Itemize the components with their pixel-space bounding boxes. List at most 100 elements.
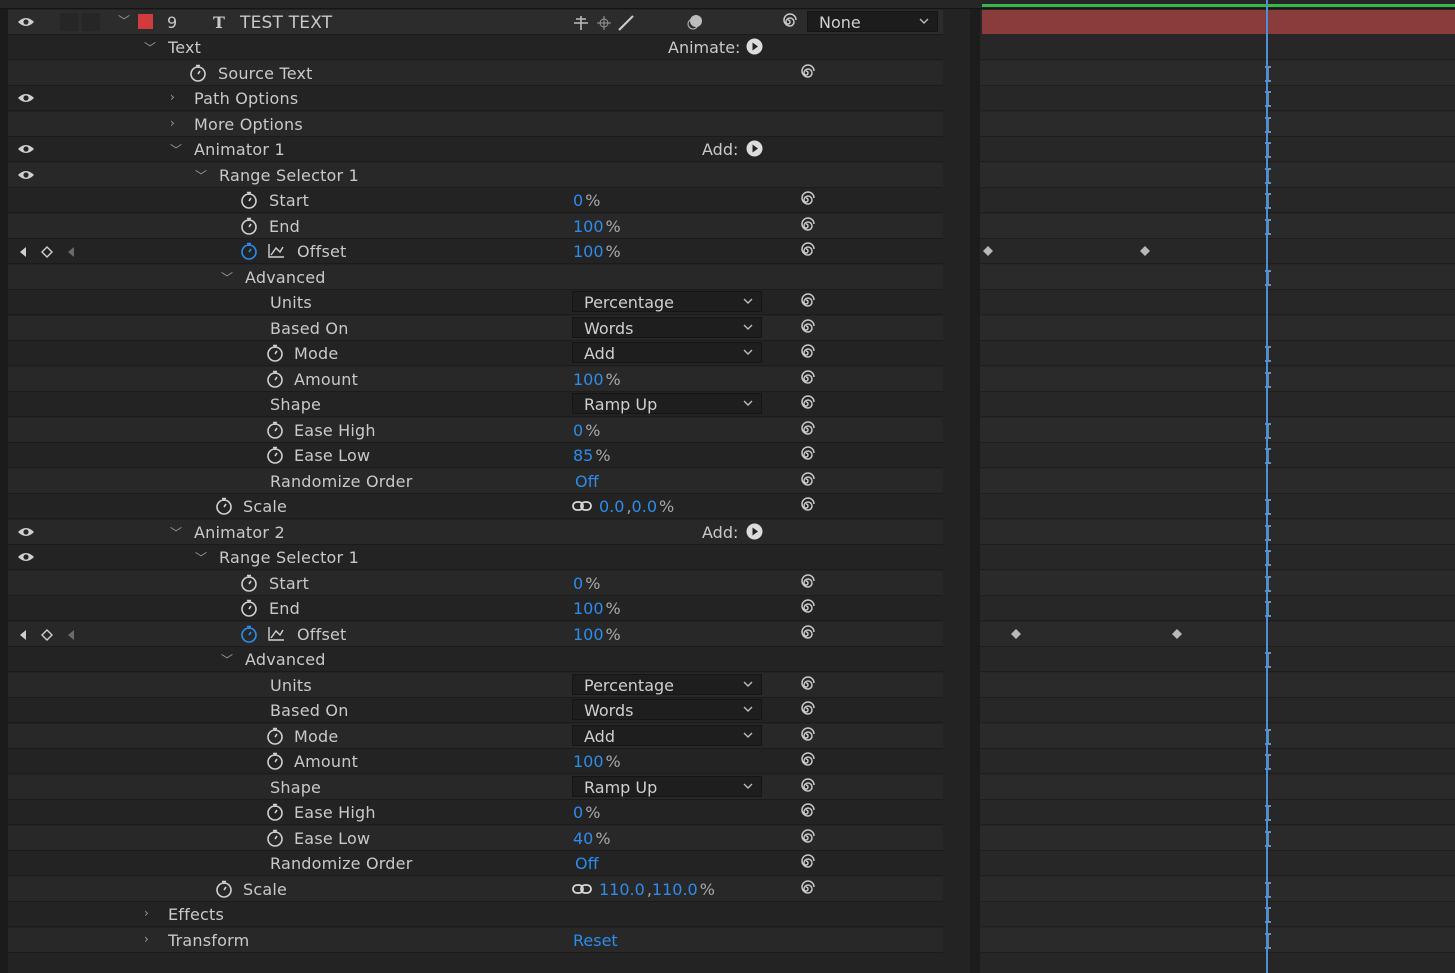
property-row-shape[interactable]: Shape Ramp Up xyxy=(8,775,943,800)
pickwhip-spiral-icon[interactable] xyxy=(797,217,815,235)
timeline-track-row[interactable] xyxy=(980,826,1455,851)
timeline-track-row[interactable] xyxy=(980,571,1455,596)
eye-icon[interactable] xyxy=(17,143,35,155)
animate-menu-button-icon[interactable] xyxy=(746,38,763,55)
amount-value[interactable]: 100% xyxy=(573,752,621,771)
property-row-animator-1[interactable]: ﹀ Animator 1 Add: xyxy=(8,137,943,162)
twirl-down-icon[interactable]: ﹀ xyxy=(144,39,156,56)
stopwatch-icon[interactable] xyxy=(240,599,258,617)
pickwhip-spiral-icon[interactable] xyxy=(797,676,815,694)
based-on-dropdown[interactable]: Words xyxy=(572,317,762,338)
timeline-track-row[interactable] xyxy=(980,443,1455,468)
timeline-track-row[interactable] xyxy=(980,239,1455,264)
property-row-end[interactable]: End 100% xyxy=(8,214,943,239)
property-row-scale[interactable]: Scale 0.0,0.0% xyxy=(8,494,943,519)
pickwhip-spiral-icon[interactable] xyxy=(797,497,815,515)
timeline-track-row[interactable] xyxy=(980,749,1455,774)
layer-name[interactable]: TEST TEXT xyxy=(240,13,332,33)
timeline-track-row[interactable] xyxy=(980,469,1455,494)
end-value[interactable]: 100% xyxy=(573,217,621,236)
graph-icon[interactable] xyxy=(267,626,285,642)
timeline-track-row[interactable] xyxy=(980,316,1455,341)
timeline-track-row[interactable] xyxy=(980,112,1455,137)
timeline-track-row[interactable] xyxy=(980,647,1455,672)
pickwhip-spiral-icon[interactable] xyxy=(797,319,815,337)
ease-high-value[interactable]: 0% xyxy=(573,803,600,822)
randomize-order-toggle[interactable]: Off xyxy=(575,472,599,491)
timeline-track-row[interactable] xyxy=(980,775,1455,800)
pickwhip-spiral-icon[interactable] xyxy=(779,13,797,31)
pickwhip-spiral-icon[interactable] xyxy=(797,752,815,770)
based-on-dropdown[interactable]: Words xyxy=(572,699,762,720)
timeline-track-row[interactable] xyxy=(980,494,1455,519)
keyframe-diamond-icon[interactable] xyxy=(1011,629,1021,639)
pickwhip-spiral-icon[interactable] xyxy=(797,242,815,260)
eye-icon[interactable] xyxy=(17,551,35,563)
property-row-offset[interactable]: Offset 100% xyxy=(8,239,943,264)
keyframe-diamond-icon[interactable] xyxy=(1140,246,1150,256)
stopwatch-icon[interactable] xyxy=(266,421,284,439)
pickwhip-spiral-icon[interactable] xyxy=(797,395,815,413)
timeline-track-row[interactable] xyxy=(980,698,1455,723)
stopwatch-icon[interactable] xyxy=(215,497,233,515)
property-row-range-selector[interactable]: ﹀ Range Selector 1 xyxy=(8,163,943,188)
parent-dropdown[interactable]: None xyxy=(807,11,938,32)
keyframe-navigator-icon[interactable] xyxy=(18,244,78,260)
property-row-start[interactable]: Start 0% xyxy=(8,188,943,213)
panel-divider[interactable] xyxy=(970,0,980,973)
timeline-track-row[interactable] xyxy=(980,86,1455,111)
stopwatch-icon[interactable] xyxy=(266,803,284,821)
label-color-swatch[interactable] xyxy=(138,14,153,29)
constrain-proportions-link-icon[interactable] xyxy=(572,500,592,512)
pickwhip-spiral-icon[interactable] xyxy=(797,625,815,643)
property-row-ease-low[interactable]: Ease Low 85% xyxy=(8,443,943,468)
mode-dropdown[interactable]: Add xyxy=(572,725,762,746)
offset-value[interactable]: 100% xyxy=(573,242,621,261)
pickwhip-spiral-icon[interactable] xyxy=(797,64,815,82)
shape-dropdown[interactable]: Ramp Up xyxy=(572,776,762,797)
animator-name[interactable]: Animator 2 xyxy=(194,523,285,542)
property-row-range-selector[interactable]: ﹀ Range Selector 1 xyxy=(8,545,943,570)
stopwatch-icon[interactable] xyxy=(266,446,284,464)
layer-duration-bar[interactable] xyxy=(982,10,1455,34)
timeline-track-row[interactable] xyxy=(980,35,1455,60)
timeline-track-row[interactable] xyxy=(980,341,1455,366)
property-row-amount[interactable]: Amount 100% xyxy=(8,367,943,392)
timeline-track-row[interactable] xyxy=(980,290,1455,315)
stopwatch-icon[interactable] xyxy=(240,625,258,643)
keyframe-diamond-icon[interactable] xyxy=(1172,629,1182,639)
ease-low-value[interactable]: 40% xyxy=(573,829,611,848)
property-row-units[interactable]: Units Percentage xyxy=(8,673,943,698)
pickwhip-spiral-icon[interactable] xyxy=(797,370,815,388)
property-row-source-text[interactable]: Source Text xyxy=(8,61,943,86)
pickwhip-spiral-icon[interactable] xyxy=(797,472,815,490)
twirl-down-icon[interactable]: ﹀ xyxy=(170,141,182,158)
property-row-based-on[interactable]: Based On Words xyxy=(8,698,943,723)
stopwatch-icon[interactable] xyxy=(240,574,258,592)
stopwatch-icon[interactable] xyxy=(266,344,284,362)
pickwhip-spiral-icon[interactable] xyxy=(797,293,815,311)
timeline-track-row[interactable] xyxy=(980,851,1455,876)
motion-blur-icon[interactable] xyxy=(686,13,704,31)
current-time-indicator[interactable] xyxy=(1266,0,1268,973)
shape-dropdown[interactable]: Ramp Up xyxy=(572,393,762,414)
timeline-track-row[interactable] xyxy=(980,265,1455,290)
scale-value[interactable]: 110.0,110.0% xyxy=(599,880,715,899)
property-row-path-options[interactable]: › Path Options xyxy=(8,86,943,111)
eye-icon[interactable] xyxy=(17,526,35,538)
pickwhip-spiral-icon[interactable] xyxy=(797,599,815,617)
audio-toggle[interactable] xyxy=(60,13,78,31)
layer-row[interactable]: ﹀ 9 T TEST TEXT None xyxy=(8,10,943,35)
twirl-right-icon[interactable]: › xyxy=(144,932,149,946)
twirl-down-icon[interactable]: ﹀ xyxy=(221,269,233,286)
constrain-proportions-link-icon[interactable] xyxy=(572,883,592,895)
add-menu-button-icon[interactable] xyxy=(746,140,763,157)
animator-name[interactable]: Animator 1 xyxy=(194,140,285,159)
property-row-mode[interactable]: Mode Add xyxy=(8,724,943,749)
stopwatch-icon[interactable] xyxy=(240,217,258,235)
units-dropdown[interactable]: Percentage xyxy=(572,674,762,695)
mode-dropdown[interactable]: Add xyxy=(572,342,762,363)
keyframe-diamond-icon[interactable] xyxy=(983,246,993,256)
pickwhip-spiral-icon[interactable] xyxy=(797,446,815,464)
amount-value[interactable]: 100% xyxy=(573,370,621,389)
